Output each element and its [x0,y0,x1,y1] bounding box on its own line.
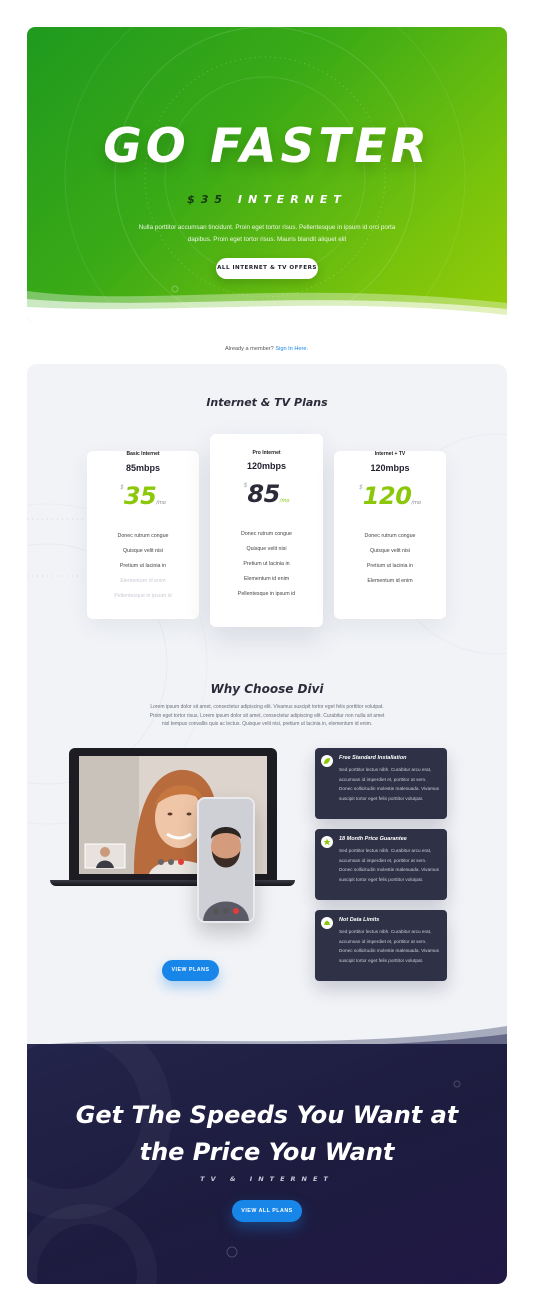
laptop-base [50,880,295,886]
plans-title: Internet & TV Plans [206,396,328,409]
feature-title: Free Standard Installation [339,755,407,761]
why-description: Lorem ipsum dolor sit amet, consectetur … [149,704,385,728]
plan-speed: 85mbps [125,463,160,473]
plan-feature: Donec rutrum congue [241,531,292,537]
cta-title-line1: Get The Speeds You Want at [75,1101,459,1129]
cta-section: Get The Speeds You Want at the Price You… [27,1009,507,1284]
feature-card-data-limits: Not Data Limits Sed porttitor lectus nib… [315,910,447,981]
plan-feature: Quisque velit nisi [122,548,164,554]
feature-title: Not Data Limits [339,917,380,923]
signin-prompt: Already a member? Sign In Here. [0,346,533,352]
feature-text: Sed porttitor lectus nibh. Curabitur arc… [339,929,439,964]
signin-link[interactable]: Sign In Here. [275,346,308,352]
plan-feature: Elementum id enim [243,576,290,582]
feature-text: Sed porttitor lectus nibh. Curabitur arc… [339,767,439,802]
man-portrait-illustration [199,799,253,921]
plan-currency: $ [358,484,363,491]
plan-amount: 35 [123,482,157,510]
plan-speed: 120mbps [370,463,410,473]
plan-feature: Pellentesque in ipsum id [237,591,296,597]
plan-feature: Elementum id enim [367,578,413,584]
plan-period: /mo [411,500,422,506]
hero-title: GO FASTER [103,119,431,174]
plan-feature: Pretium ut lacinia in [119,563,167,569]
plan-card-pro[interactable]: Pro Internet 120mbps $85/mo Donec rutrum… [210,434,323,627]
hero-subtitle: $35 INTERNET [27,193,507,206]
feature-card-installation: Free Standard Installation Sed porttitor… [315,748,447,819]
plan-feature-list: Donec rutrum congue Quisque velit nisi P… [210,527,323,602]
plan-feature: Quisque velit nisi [246,546,287,552]
plan-name: Internet + TV [374,451,406,457]
plans-panel: Internet & TV Plans Basic Internet 85mbp… [27,364,507,1284]
cta-title: Get The Speeds You Want at the Price You… [27,1097,507,1171]
plan-currency: $ [243,482,248,489]
feature-card-price-guarantee: 18 Month Price Guarantee Sed porttitor l… [315,829,447,900]
cta-subtitle: TV & INTERNET [200,1175,334,1183]
plan-period: /mo [156,500,166,506]
plan-feature: Pretium ut lacinia in [366,563,414,569]
plan-price: $85/mo [210,480,323,508]
plan-feature-list: Donec rutrum congue Quisque velit nisi P… [334,529,446,589]
leaf-icon [321,755,333,767]
why-title: Why Choose Divi [210,682,324,696]
plan-price: $35/mo [87,482,199,510]
hero-description: Nulla porttitor accumsan tincidunt. Proi… [138,224,396,243]
plan-amount: 120 [362,482,412,510]
plan-name: Pro Internet [252,450,281,456]
hero-price-suffix: INTERNET [237,193,347,206]
cloud-icon [321,917,333,929]
plan-name: Basic Internet [126,451,160,457]
star-icon [321,836,333,848]
plan-feature: Pretium ut lacinia in [243,561,290,567]
feature-title: 18 Month Price Guarantee [339,836,407,842]
plan-price: $120/mo [334,482,446,510]
feature-text: Sed porttitor lectus nibh. Curabitur arc… [339,848,439,883]
all-offers-button[interactable]: ALL INTERNET & TV OFFERS [216,258,318,279]
plan-feature: Quisque velit nisi [369,548,411,554]
plan-feature-list: Donec rutrum congue Quisque velit nisi P… [87,529,199,604]
plan-card-internet-tv[interactable]: Internet + TV 120mbps $120/mo Donec rutr… [334,451,446,619]
plan-card-basic[interactable]: Basic Internet 85mbps $35/mo Donec rutru… [87,451,199,619]
cta-title-line2: the Price You Want [139,1138,395,1166]
hero-bottom-waves [27,291,507,323]
plan-period: /mo [279,498,290,504]
plan-amount: 85 [247,480,280,508]
plan-feature: Elementum id enim [120,578,166,584]
view-all-plans-button[interactable]: VIEW ALL PLANS [232,1200,302,1222]
laptop-illustration [50,748,295,888]
plan-speed: 120mbps [246,461,287,471]
plan-feature: Pellentesque in ipsum id [114,593,172,599]
hero-section: GO FASTER $35 INTERNET Nulla porttitor a… [27,27,507,323]
plan-feature: Donec rutrum congue [364,533,416,539]
phone-illustration [197,797,255,923]
signin-text: Already a member? [224,346,274,352]
view-plans-button[interactable]: VIEW PLANS [162,960,219,981]
plan-feature: Donec rutrum congue [117,533,169,539]
plan-currency: $ [120,484,124,491]
hero-price: $35 [187,193,229,206]
